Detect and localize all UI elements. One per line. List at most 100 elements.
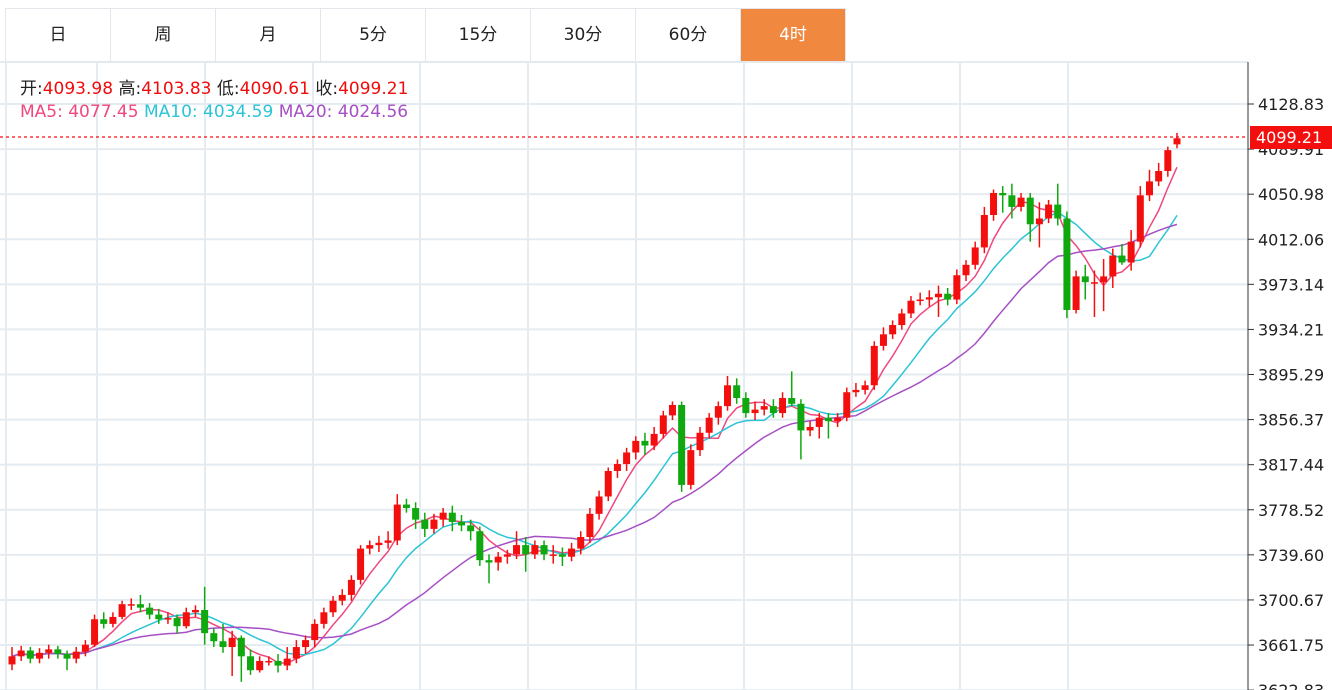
- candle-body: [907, 300, 915, 314]
- candle-body: [779, 398, 787, 414]
- candle-body: [72, 651, 80, 659]
- candle-up: [338, 589, 346, 606]
- candle-body: [384, 540, 392, 543]
- candle-body: [980, 214, 988, 248]
- candle-up: [586, 508, 594, 543]
- tab-6[interactable]: 60分: [636, 9, 741, 61]
- candle-up: [861, 380, 869, 395]
- candle-body: [769, 406, 777, 414]
- candle-body: [577, 537, 585, 549]
- candle-down: [558, 547, 566, 566]
- candle-body: [558, 554, 566, 557]
- candle-body: [302, 640, 310, 648]
- candle-body: [201, 609, 209, 634]
- candle-up: [623, 447, 631, 471]
- candle-body: [136, 604, 144, 608]
- candle-down: [136, 594, 144, 613]
- y-tick-label: 3739.60: [1258, 546, 1324, 565]
- candle-body: [421, 519, 429, 529]
- candle-up: [852, 382, 860, 397]
- candle-body: [815, 417, 823, 427]
- candle-down: [485, 554, 493, 584]
- candle-body: [357, 548, 365, 580]
- candle-body: [916, 299, 924, 302]
- candle-body: [320, 612, 328, 624]
- tab-5[interactable]: 30分: [531, 9, 636, 61]
- tab-3[interactable]: 5分: [321, 9, 426, 61]
- candle-body: [63, 653, 71, 659]
- candle-up: [1145, 169, 1153, 202]
- candle-body: [1045, 204, 1053, 219]
- candle-up: [191, 605, 199, 617]
- candle-up: [962, 260, 970, 282]
- period-tabs: 日周月 5分 15分 30分 60分 4时: [5, 8, 846, 62]
- candle-body: [1100, 276, 1108, 283]
- candle-up: [990, 189, 998, 221]
- candle-body: [26, 650, 34, 659]
- candle-body: [696, 432, 704, 451]
- candle-down: [788, 371, 796, 407]
- candle-body: [283, 658, 291, 666]
- close-label: 收:: [315, 79, 339, 99]
- candle-up: [980, 206, 988, 254]
- candle-up: [531, 540, 539, 560]
- candle-body: [522, 545, 530, 555]
- candle-body: [1081, 276, 1089, 283]
- candle-body: [540, 545, 548, 555]
- candle-body: [503, 554, 511, 557]
- ma10-value: MA10: 4034.59: [143, 102, 274, 122]
- y-tick-label: 3895.29: [1258, 366, 1324, 385]
- candle-body: [109, 616, 117, 624]
- candle-down: [237, 635, 245, 682]
- y-tick-label: 3622.83: [1258, 681, 1324, 690]
- candle-body: [155, 614, 163, 620]
- tab-2[interactable]: 月: [216, 9, 321, 61]
- candle-body: [237, 637, 245, 657]
- candle-body: [705, 417, 713, 433]
- candle-down: [678, 401, 686, 492]
- candle-body: [788, 398, 796, 404]
- candle-up: [898, 308, 906, 330]
- candle-body: [100, 619, 108, 624]
- candle-up: [934, 285, 942, 317]
- ma20-value: MA20: 4024.56: [278, 102, 409, 122]
- ohlc-info: 开:4093.98 高:4103.83 低:4090.61 收:4099.21: [20, 74, 408, 99]
- candle-down: [54, 645, 62, 659]
- grid-lines: [0, 61, 1248, 690]
- candle-up: [724, 376, 732, 411]
- candle-body: [861, 385, 869, 390]
- tab-4[interactable]: 15分: [426, 9, 531, 61]
- candle-down: [733, 378, 741, 404]
- candle-down: [824, 413, 832, 439]
- tab-0[interactable]: 日: [6, 9, 111, 61]
- candle-body: [210, 633, 218, 642]
- candle-up: [393, 494, 401, 546]
- candle-up: [8, 647, 16, 671]
- tab-7[interactable]: 4时: [741, 9, 846, 61]
- candle-body: [925, 297, 933, 300]
- candle-body: [531, 545, 539, 555]
- y-tick-label: 3661.75: [1258, 636, 1324, 655]
- candle-up: [320, 607, 328, 629]
- candle-up: [632, 436, 640, 460]
- candle-up: [366, 540, 374, 555]
- candle-up: [916, 292, 924, 306]
- candle-up: [45, 644, 53, 659]
- close-value: 4099.21: [338, 79, 409, 99]
- y-axis: 4128.834089.914050.984012.063973.143934.…: [1248, 95, 1324, 690]
- y-tick-label: 3778.52: [1258, 501, 1324, 520]
- candle-body: [191, 609, 199, 613]
- candle-body: [146, 607, 154, 615]
- candle-up: [751, 401, 759, 421]
- candle-body: [889, 325, 897, 335]
- candle-body: [173, 618, 181, 627]
- ma5-line: [11, 166, 1178, 665]
- candle-up: [843, 387, 851, 422]
- candle-down: [1063, 211, 1071, 319]
- tab-1[interactable]: 周: [111, 9, 216, 61]
- y-tick-label: 4128.83: [1258, 95, 1324, 114]
- candle-down: [641, 432, 649, 455]
- candle-up: [806, 421, 814, 437]
- candle-up: [907, 296, 915, 319]
- candle-body: [494, 556, 502, 563]
